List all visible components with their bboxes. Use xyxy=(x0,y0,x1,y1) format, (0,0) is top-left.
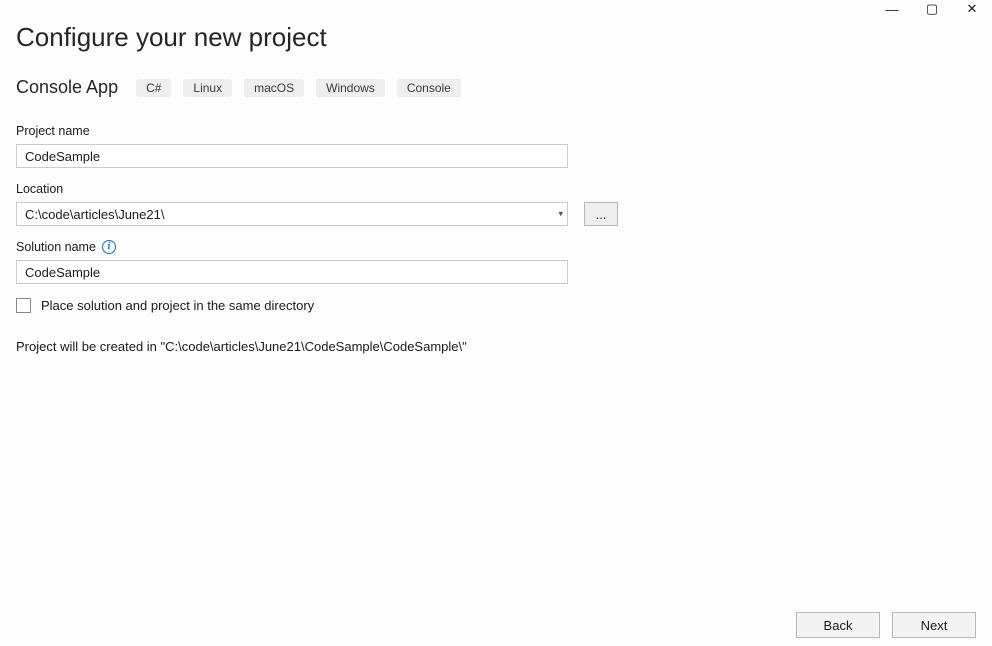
template-name: Console App xyxy=(16,77,118,98)
location-combo[interactable]: ▾ xyxy=(16,202,568,226)
location-input[interactable] xyxy=(16,202,568,226)
tag-chip: Console xyxy=(397,79,461,97)
maximize-button[interactable]: ▢ xyxy=(912,0,952,18)
project-name-label: Project name xyxy=(16,124,976,138)
close-button[interactable]: ✕ xyxy=(952,0,992,18)
info-icon[interactable]: i xyxy=(102,240,116,254)
minimize-button[interactable]: — xyxy=(872,0,912,18)
project-name-block: Project name xyxy=(16,124,976,168)
template-row: Console App C# Linux macOS Windows Conso… xyxy=(16,77,976,98)
solution-name-input[interactable] xyxy=(16,260,568,284)
location-label: Location xyxy=(16,182,976,196)
window-controls: — ▢ ✕ xyxy=(872,0,992,18)
solution-name-block: Solution name i xyxy=(16,240,976,284)
same-directory-label: Place solution and project in the same d… xyxy=(41,298,314,313)
footer-buttons: Back Next xyxy=(796,612,976,638)
creation-path-summary: Project will be created in "C:\code\arti… xyxy=(16,339,976,354)
tag-chip: Windows xyxy=(316,79,385,97)
solution-name-label: Solution name i xyxy=(16,240,976,254)
tag-chip: C# xyxy=(136,79,171,97)
tag-chip: macOS xyxy=(244,79,304,97)
project-name-input[interactable] xyxy=(16,144,568,168)
location-block: Location ▾ ... xyxy=(16,182,976,226)
back-button[interactable]: Back xyxy=(796,612,880,638)
tag-chip: Linux xyxy=(183,79,232,97)
same-directory-checkbox[interactable] xyxy=(16,298,31,313)
same-directory-row: Place solution and project in the same d… xyxy=(16,298,976,313)
page-title: Configure your new project xyxy=(16,22,976,53)
main-content: Configure your new project Console App C… xyxy=(0,0,992,354)
browse-button[interactable]: ... xyxy=(584,202,618,226)
next-button[interactable]: Next xyxy=(892,612,976,638)
solution-name-label-text: Solution name xyxy=(16,240,96,254)
